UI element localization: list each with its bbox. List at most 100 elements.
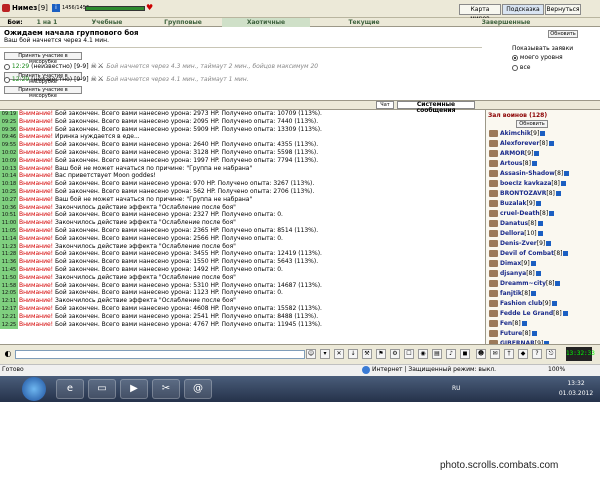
player-list-item[interactable]: boecIz kavkaza[8] — [486, 179, 599, 189]
player-icon[interactable] — [489, 250, 498, 257]
join-button[interactable]: Принять участие в мясорубке — [4, 52, 82, 65]
media-player-icon[interactable]: ▶ — [120, 379, 148, 399]
player-list-item[interactable]: cruel-Death[8] — [486, 209, 599, 219]
player-icon[interactable] — [489, 240, 498, 247]
info-icon[interactable] — [562, 311, 568, 316]
tray-time[interactable]: 13:32 — [558, 380, 594, 387]
player-name[interactable]: Artous — [500, 160, 522, 167]
player-list-item[interactable]: Devil of Combat[8] — [486, 249, 599, 259]
player-name[interactable]: Buzalak — [500, 200, 526, 207]
player-icon[interactable] — [489, 300, 498, 307]
folder-icon[interactable]: ▭ — [88, 379, 116, 399]
info-icon[interactable] — [549, 211, 555, 216]
player-name[interactable]: Assasin-Shadow — [500, 170, 555, 177]
info-icon[interactable] — [555, 191, 561, 196]
start-button[interactable] — [22, 377, 46, 401]
player-name[interactable]: Dellora — [500, 230, 524, 237]
mail-agent-icon[interactable]: @ — [184, 379, 212, 399]
player-icon[interactable] — [489, 170, 498, 177]
info-icon[interactable] — [530, 261, 536, 266]
filter-my-level-option[interactable]: моего уровня — [512, 54, 563, 61]
game-client-icon[interactable]: ✂ — [152, 379, 180, 399]
player-icon[interactable] — [489, 320, 498, 327]
player-name[interactable]: Fashion club — [500, 300, 542, 307]
player-icon[interactable] — [489, 210, 498, 217]
player-icon[interactable] — [489, 280, 498, 287]
lock-icon[interactable]: ☐ — [404, 349, 414, 359]
shield-icon[interactable]: ◆ — [518, 349, 528, 359]
scroll-icon[interactable]: ↓ — [348, 349, 358, 359]
info-icon[interactable] — [560, 181, 566, 186]
player-icon[interactable] — [489, 230, 498, 237]
player-list-item[interactable]: BRONTOZAVR[8] — [486, 189, 599, 199]
sound-icon[interactable]: ♪ — [446, 349, 456, 359]
player-list-item[interactable]: Danatus[8] — [486, 219, 599, 229]
player-icon[interactable] — [489, 290, 498, 297]
clear-icon[interactable]: ✕ — [334, 349, 344, 359]
player-icon[interactable] — [489, 330, 498, 337]
group-request-row[interactable]: 12:29 (неизвестно) [9-9] ☠⚔ Бой начнется… — [4, 76, 249, 83]
chat-mode-icon[interactable]: ◐ — [3, 349, 13, 359]
player-icon[interactable] — [489, 190, 498, 197]
player-name[interactable]: Fen — [500, 320, 512, 327]
info-icon[interactable] — [563, 251, 569, 256]
world-map-button[interactable]: Карта миров — [459, 4, 501, 22]
player-icon[interactable] — [489, 200, 498, 207]
info-icon[interactable] — [537, 221, 543, 226]
player-list-item[interactable]: Dimax[9] — [486, 259, 599, 269]
tab-1v1[interactable]: 1 на 1 — [27, 18, 67, 27]
ie-icon[interactable]: e — [56, 379, 84, 399]
player-icon[interactable] — [489, 140, 498, 147]
info-icon[interactable] — [548, 141, 554, 146]
player-icon[interactable] — [489, 310, 498, 317]
back-button[interactable]: Вернуться — [545, 4, 581, 15]
tab-system-messages[interactable]: Системные сообщения — [397, 101, 475, 114]
group-radio[interactable] — [4, 63, 10, 70]
tab-chat[interactable]: Чат — [376, 101, 394, 109]
player-list-item[interactable]: djsanya[8] — [486, 269, 599, 279]
walk-icon[interactable]: ⚑ — [376, 349, 386, 359]
player-name[interactable]: djsanya — [500, 270, 526, 277]
player-name[interactable]: Fedde Le Grand — [500, 310, 553, 317]
player-name[interactable]: Denis-Zver — [500, 240, 537, 247]
info-icon[interactable] — [540, 131, 546, 136]
radio-icon[interactable] — [512, 64, 518, 71]
tab-finished[interactable]: Завершенные — [418, 18, 594, 27]
info-icon[interactable] — [564, 171, 570, 176]
bag-icon[interactable]: ◼ — [460, 349, 470, 359]
info-icon[interactable] — [531, 291, 537, 296]
player-name[interactable]: Akimchik — [500, 130, 531, 137]
player-list-item[interactable]: Fedde Le Grand[8] — [486, 309, 599, 319]
player-name[interactable]: Devil of Combat — [500, 250, 554, 257]
info-icon[interactable] — [537, 231, 543, 236]
tab-current[interactable]: Текущие — [312, 18, 416, 27]
player-icon[interactable] — [489, 180, 498, 187]
filter-all-option[interactable]: все — [512, 64, 530, 71]
radio-icon[interactable] — [512, 54, 518, 61]
player-list-item[interactable]: Akimchik[9] — [486, 129, 599, 139]
player-list-item[interactable]: Future[8] — [486, 329, 599, 339]
settings-icon[interactable]: ⚙ — [390, 349, 400, 359]
hint-button[interactable]: Подсказка — [502, 4, 544, 15]
player-icon[interactable] — [489, 270, 498, 277]
tab-chaotic[interactable]: Хаотичные — [222, 18, 310, 27]
friends-icon[interactable]: ☻ — [476, 349, 486, 359]
player-name[interactable]: Future — [500, 330, 522, 337]
player-icon[interactable] — [489, 150, 498, 157]
keyboard-language[interactable]: RU — [452, 385, 461, 392]
player-name[interactable]: cruel-Death — [500, 210, 540, 217]
message-time[interactable]: 12:25 — [0, 321, 18, 330]
player-list-item[interactable]: ARMOR[9] — [486, 149, 599, 159]
player-list-item[interactable]: Artous[8] — [486, 159, 599, 169]
info-icon[interactable] — [535, 201, 541, 206]
book-icon[interactable]: ▤ — [432, 349, 442, 359]
player-name[interactable]: fanjtik — [500, 290, 522, 297]
player-name[interactable]: Dreamm~city — [500, 280, 546, 287]
tab-group[interactable]: Групповые — [147, 18, 219, 27]
player-name[interactable]: ARMOR — [500, 150, 525, 157]
smile-icon[interactable]: ☺ — [306, 349, 316, 359]
player-list-item[interactable]: Fen[8] — [486, 319, 599, 329]
player-list-item[interactable]: fanjtik[8] — [486, 289, 599, 299]
info-icon[interactable] — [546, 241, 552, 246]
info-icon[interactable] — [521, 321, 527, 326]
